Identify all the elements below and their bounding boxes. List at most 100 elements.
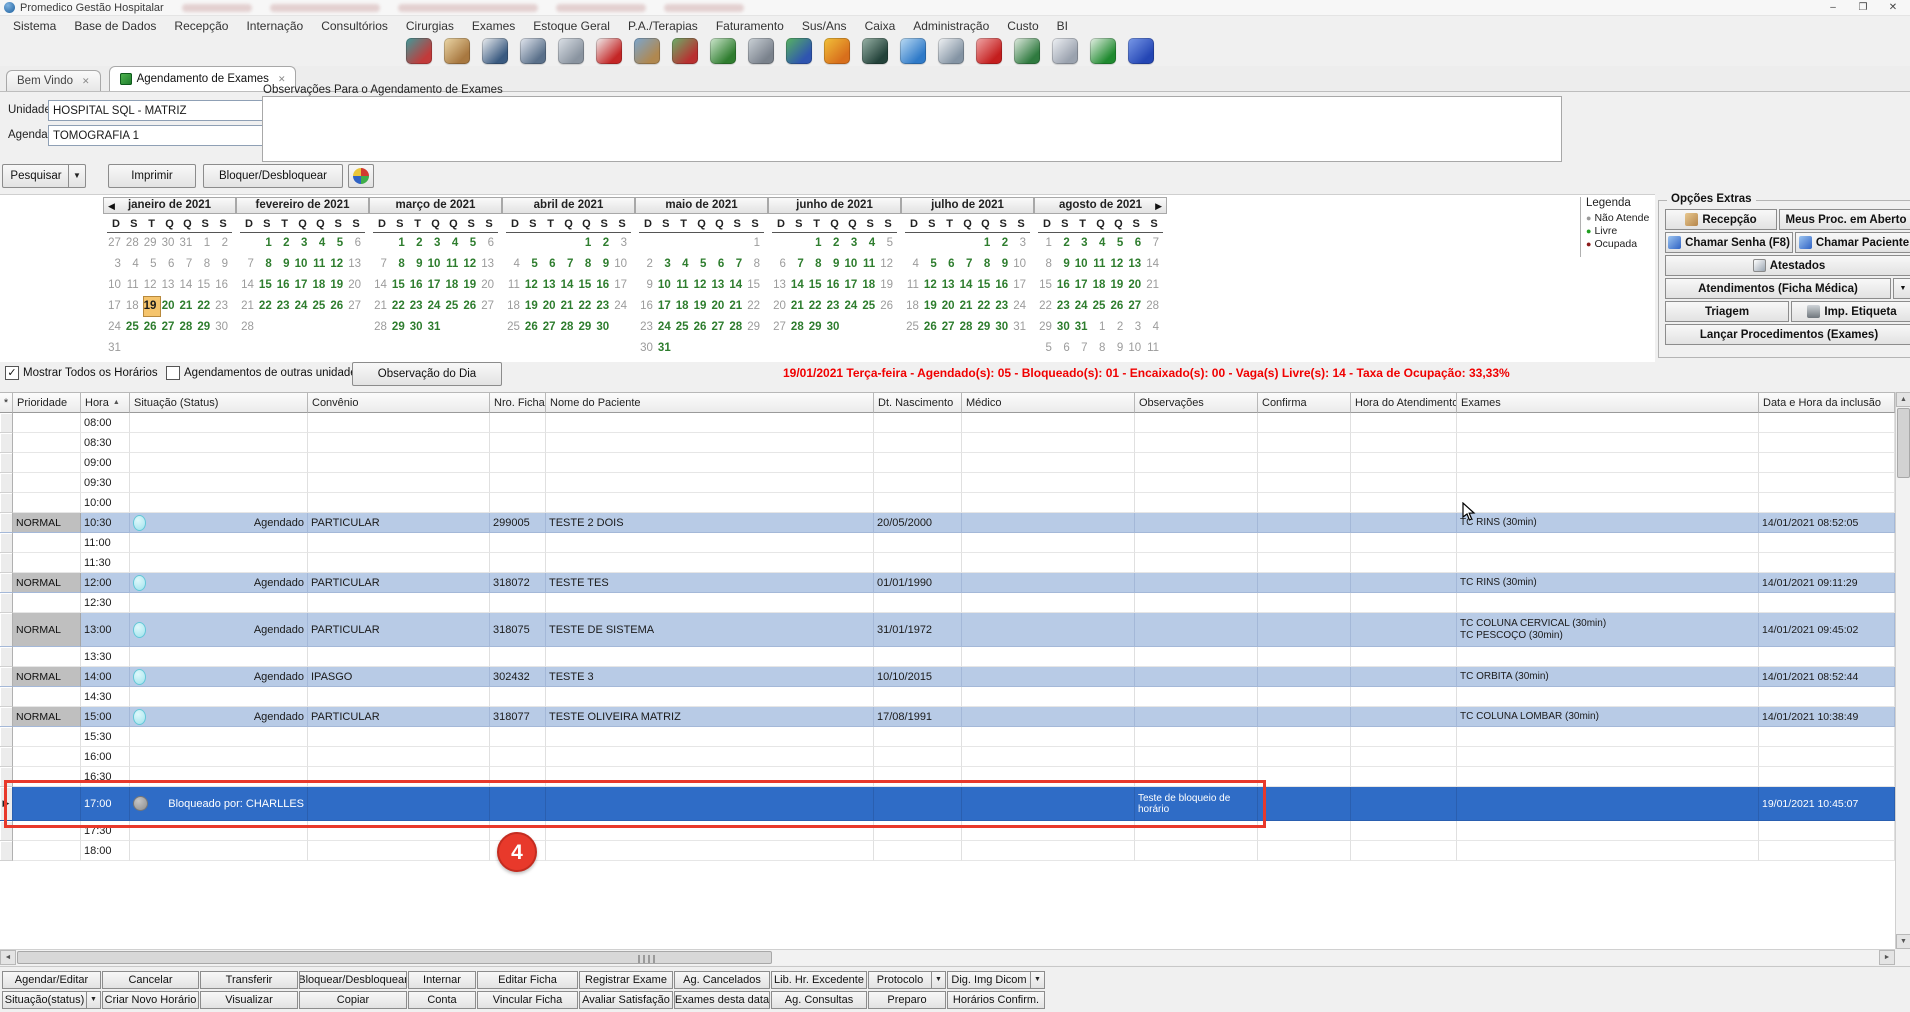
col-header-exames[interactable]: Exames [1457,393,1759,413]
calendar-day[interactable]: 23 [1056,296,1074,317]
doctor-icon[interactable] [482,38,508,64]
calendar-day[interactable]: 9 [409,254,427,275]
calendar-day[interactable]: 30 [214,317,232,338]
calendar-day[interactable]: 13 [941,275,959,296]
schedule-row-1100[interactable]: 11:00 [0,533,1895,553]
close-icon[interactable]: ✕ [278,74,286,85]
calendar-day[interactable]: 14 [959,275,977,296]
pesquisar-button[interactable]: Pesquisar ▼ [2,164,86,188]
close-button[interactable]: ✕ [1878,0,1908,16]
calendar-day[interactable]: 14 [178,275,196,296]
calendar-day[interactable]: 11 [675,275,693,296]
calendar-day[interactable]: 19 [923,296,941,317]
report-pad-icon[interactable] [938,38,964,64]
schedule-row-0800[interactable]: 08:00 [0,413,1895,433]
calendar-day[interactable]: 31 [178,233,196,254]
calendar-day[interactable]: 17 [657,296,675,317]
calendar-day[interactable]: 18 [506,296,524,317]
calendar-day[interactable]: 9 [595,254,613,275]
calendar-day[interactable]: 23 [994,296,1012,317]
calendar-day[interactable]: 23 [276,296,294,317]
menu-bi[interactable]: BI [1048,16,1077,36]
calendar-day[interactable]: 11 [125,275,143,296]
calendar-day[interactable]: 10 [613,254,631,275]
calendar-day[interactable]: 25 [1092,296,1110,317]
calendar-day[interactable]: 11 [1092,254,1110,275]
button-transferir[interactable]: Transferir [200,971,298,989]
calendar-day[interactable]: 5 [693,254,711,275]
calendar-day[interactable]: 12 [879,254,897,275]
calendar-day[interactable]: 8 [391,254,409,275]
atendimentos-dropdown[interactable]: ▼ [1893,278,1910,299]
calendar-day[interactable]: 29 [391,317,409,338]
triagem-button[interactable]: Triagem [1665,301,1789,322]
calendar-day[interactable]: 7 [790,254,808,275]
calendar-day[interactable]: 20 [542,296,560,317]
button-internar[interactable]: Internar [408,971,476,989]
calendar-day[interactable]: 6 [161,254,179,275]
calendar-day[interactable]: 24 [657,317,675,338]
calendar-day[interactable]: 14 [728,275,746,296]
calendar-day[interactable]: 23 [826,296,844,317]
lancar-procedimentos-button[interactable]: Lançar Procedimentos (Exames) [1665,324,1910,345]
calendar-day[interactable]: 16 [595,275,613,296]
calendar-day[interactable]: 5 [462,233,480,254]
calendar-day[interactable]: 27 [347,296,365,317]
calendar-day[interactable]: 15 [746,275,764,296]
calendar-day[interactable]: 28 [790,317,808,338]
calendar-day[interactable]: 10 [1074,254,1092,275]
calendar-day[interactable]: 25 [506,317,524,338]
calendar-day[interactable]: 7 [1145,233,1163,254]
prescription-icon[interactable] [520,38,546,64]
calendar-day[interactable]: 22 [391,296,409,317]
menu-consultorios[interactable]: Consultórios [312,16,397,36]
calendar-day[interactable]: 5 [923,254,941,275]
calendar-day[interactable]: 23 [409,296,427,317]
calendar-day[interactable]: 13 [1127,254,1145,275]
calendar-day[interactable]: 11 [1145,338,1163,359]
calendar-day[interactable]: 1 [258,233,276,254]
calendar-day[interactable]: 7 [560,254,578,275]
calendar-day[interactable]: 6 [710,254,728,275]
observacoes-textarea[interactable] [262,96,1562,162]
calendar-day[interactable]: 12 [693,275,711,296]
calendar-day[interactable]: 21 [240,296,258,317]
calendar-day[interactable]: 22 [746,296,764,317]
calendar-day[interactable]: 13 [542,275,560,296]
calendar-day[interactable]: 29 [746,317,764,338]
outras-unidades-checkbox[interactable] [166,366,180,380]
calendar-day[interactable]: 24 [843,296,861,317]
calendar-day[interactable]: 19 [329,275,347,296]
calendar-day[interactable]: 22 [258,296,276,317]
calendar-day[interactable]: 28 [560,317,578,338]
supplies-box-icon[interactable] [634,38,660,64]
calendar-day[interactable]: 3 [1012,233,1030,254]
row-selector[interactable] [0,747,13,767]
col-header-nascimento[interactable]: Dt. Nascimento [874,393,962,413]
calendar-day[interactable]: 6 [772,254,790,275]
calendar-day[interactable]: 17 [1012,275,1030,296]
calendar-day[interactable]: 11 [444,254,462,275]
calendar-day[interactable]: 6 [1127,233,1145,254]
col-header-sel[interactable]: * [0,393,13,413]
calendar-day[interactable]: 18 [125,296,143,317]
mostrar-todos-checkbox[interactable]: ✓ [5,366,19,380]
calendar-day[interactable]: 10 [294,254,312,275]
menu-custo[interactable]: Custo [998,16,1047,36]
calendar-day[interactable]: 3 [294,233,312,254]
recepcao-button[interactable]: Recepção [1665,209,1777,230]
calendar-day[interactable]: 30 [826,317,844,338]
button-ag-cancelados[interactable]: Ag. Cancelados [674,971,770,989]
calendar-day[interactable]: 4 [861,233,879,254]
calendar-day[interactable]: 15 [391,275,409,296]
calendar-day[interactable]: 15 [976,275,994,296]
calendar-day[interactable]: 1 [746,233,764,254]
schedule-row-0900[interactable]: 09:00 [0,453,1895,473]
phone-book-icon[interactable] [824,38,850,64]
calendar-day[interactable]: 22 [808,296,826,317]
calendar-day[interactable]: 4 [905,254,923,275]
calendar-day[interactable]: 20 [1127,275,1145,296]
calendar-day[interactable]: 11 [311,254,329,275]
calendar-day[interactable]: 2 [595,233,613,254]
button-vincular-ficha[interactable]: Vincular Ficha [477,991,578,1009]
